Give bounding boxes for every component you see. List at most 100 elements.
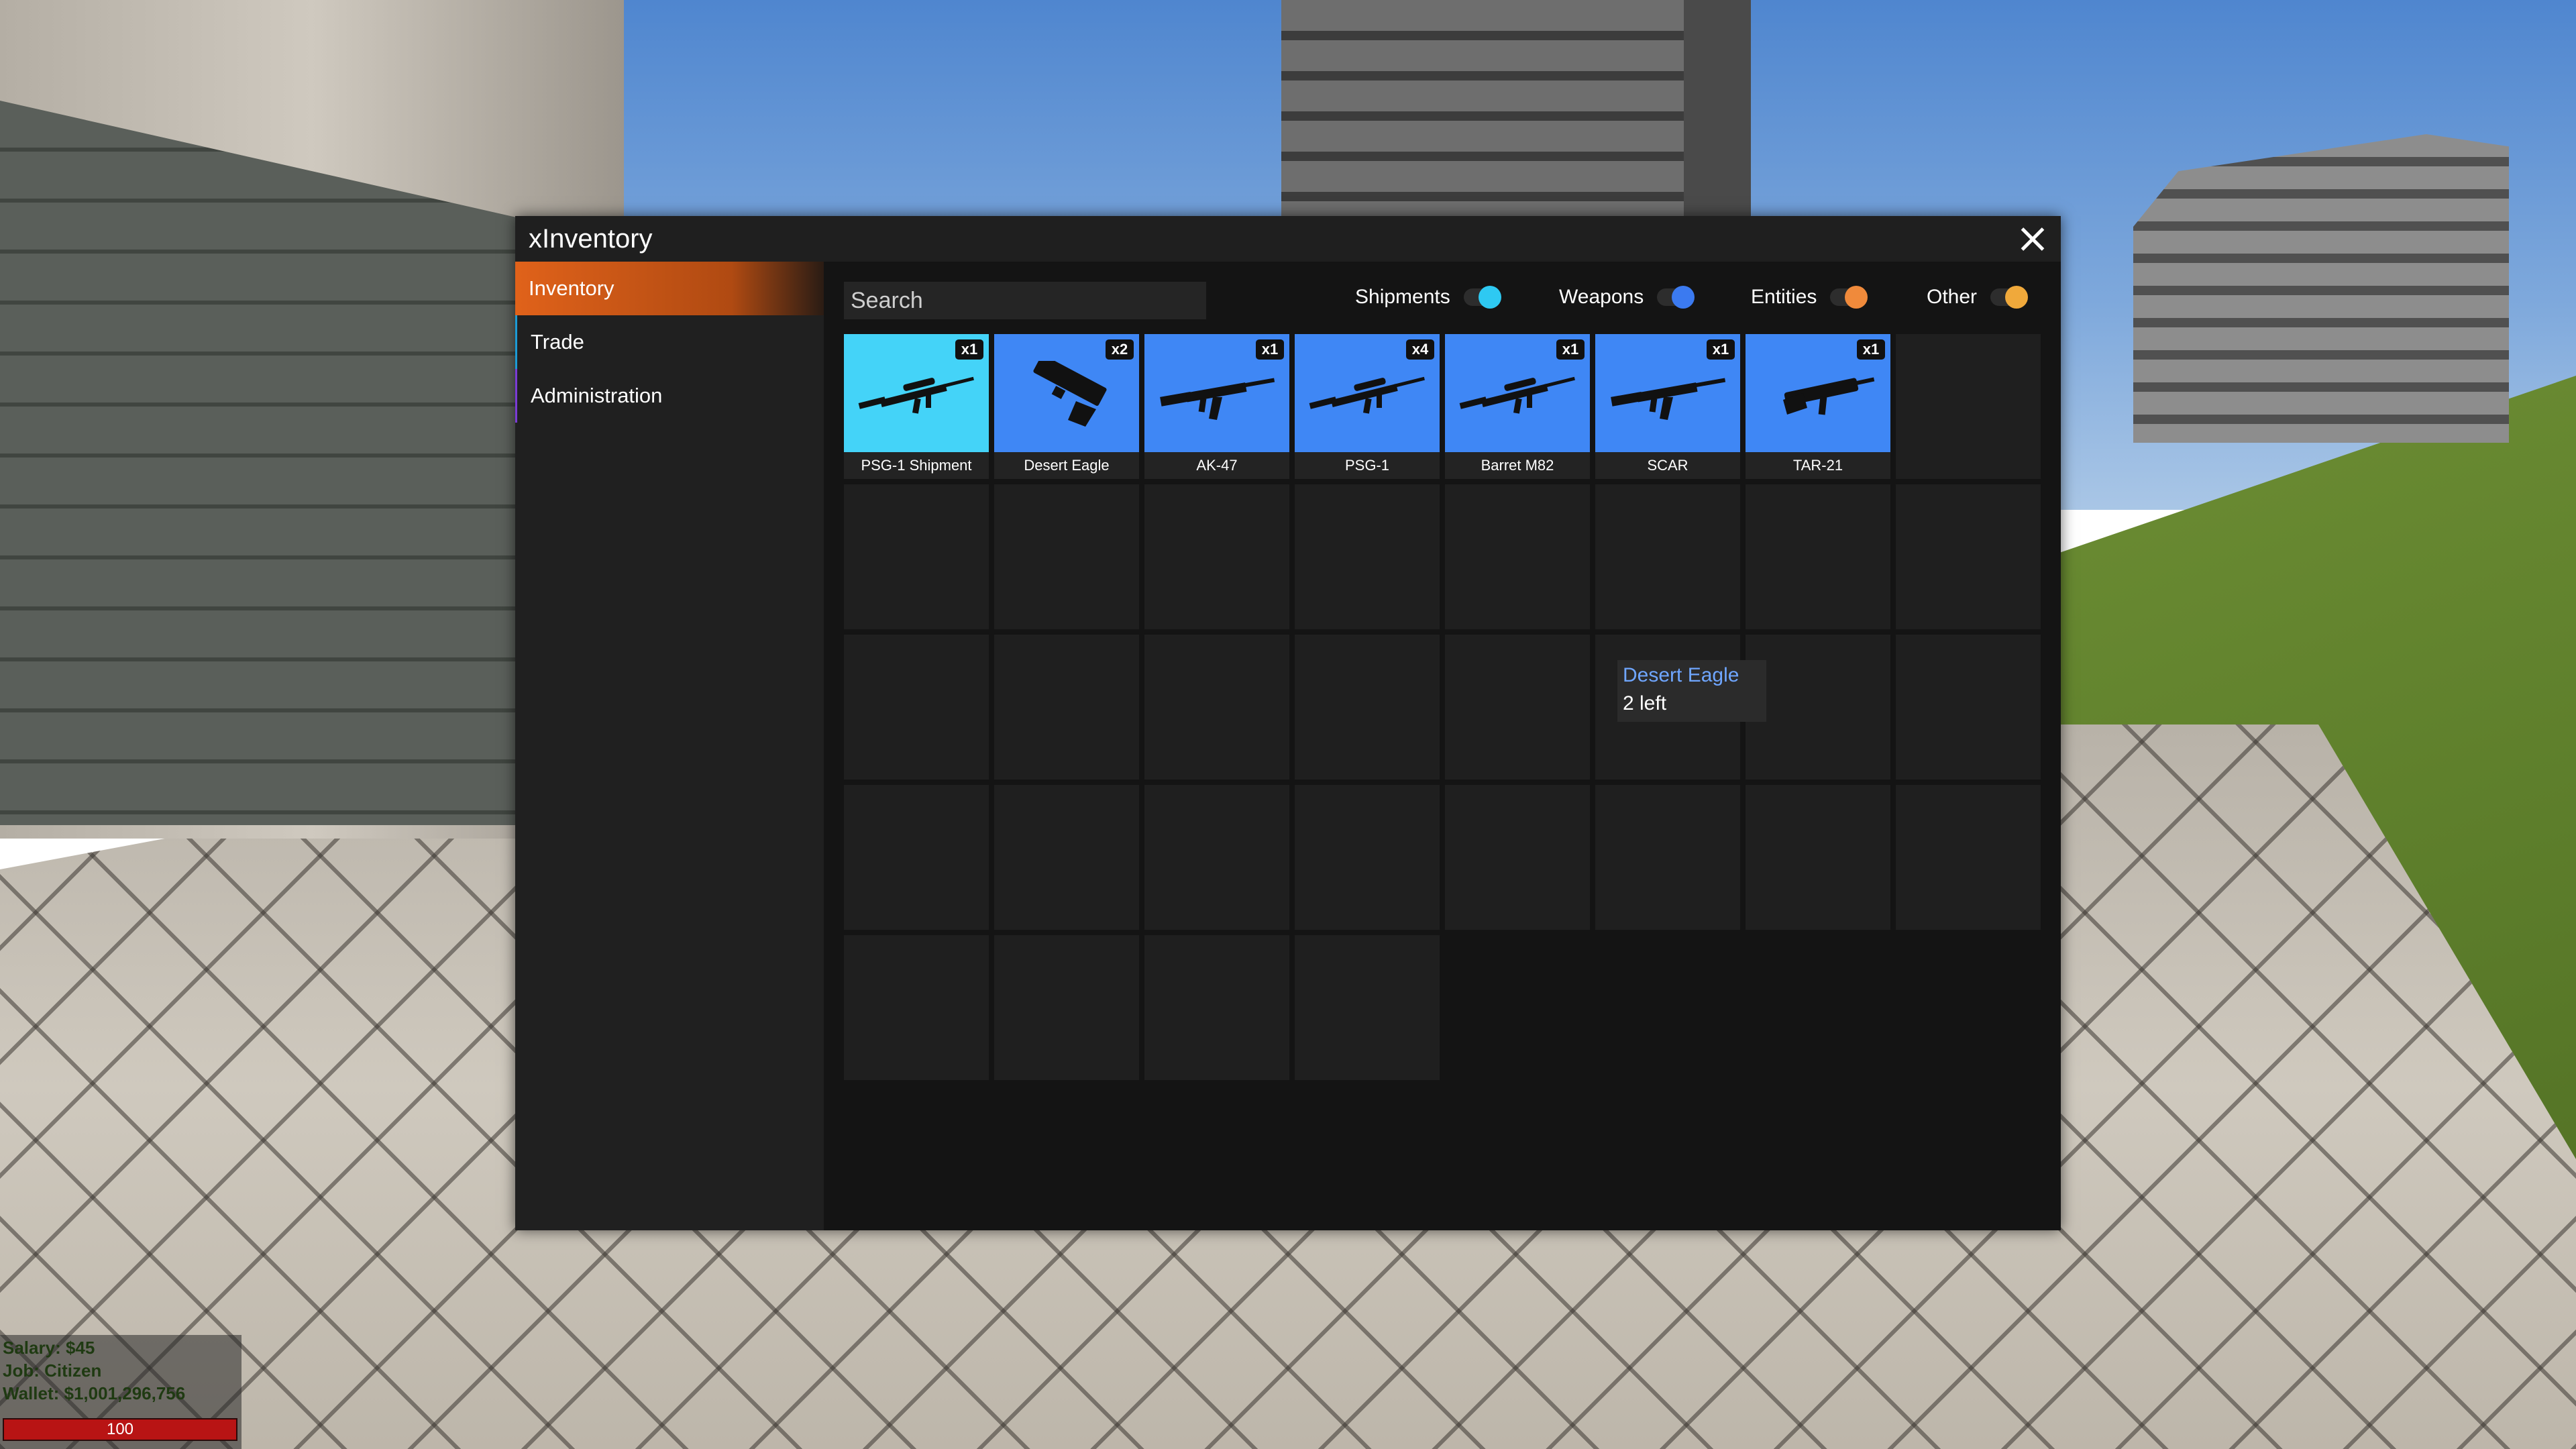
empty-inventory-slot[interactable] <box>1896 635 2041 780</box>
filter-label: Entities <box>1751 286 1817 308</box>
sidebar-item-inventory[interactable]: Inventory <box>515 262 824 315</box>
inventory-slot[interactable]: x1 TAR-21 <box>1746 334 1890 479</box>
filter-label: Other <box>1927 286 1978 308</box>
empty-inventory-slot[interactable] <box>994 935 1139 1080</box>
item-tooltip: Desert Eagle 2 left <box>1617 660 1766 722</box>
weapons-toggle[interactable] <box>1657 286 1695 309</box>
empty-inventory-slot[interactable] <box>1746 635 1890 780</box>
item-quantity-badge: x1 <box>1256 339 1284 360</box>
item-quantity-badge: x4 <box>1406 339 1434 360</box>
inventory-window: xInventory Inventory Trade Administratio… <box>515 216 2061 1230</box>
item-thumbnail: x1 <box>1746 334 1890 452</box>
sidebar-item-trade[interactable]: Trade <box>515 315 824 369</box>
inventory-slot[interactable]: x1 AK-47 <box>1144 334 1289 479</box>
sidebar-item-administration[interactable]: Administration <box>515 369 824 423</box>
filter-label: Shipments <box>1355 286 1450 308</box>
empty-inventory-slot[interactable] <box>994 785 1139 930</box>
search-input[interactable] <box>844 282 1206 319</box>
title-bar: xInventory <box>515 216 2061 262</box>
sidebar-item-label: Trade <box>531 330 584 354</box>
empty-inventory-slot[interactable] <box>1746 484 1890 629</box>
other-toggle[interactable] <box>1990 286 2029 309</box>
hud-job: Job: Citizen <box>3 1360 102 1381</box>
empty-inventory-slot[interactable] <box>1295 484 1440 629</box>
sidebar-item-label: Inventory <box>529 276 614 300</box>
inventory-slot[interactable]: x1 PSG-1 Shipment <box>844 334 989 479</box>
item-label: PSG-1 <box>1344 457 1390 474</box>
empty-inventory-slot[interactable] <box>1144 935 1289 1080</box>
empty-inventory-slot[interactable] <box>1896 785 2041 930</box>
toggle-knob <box>1478 286 1501 309</box>
toggle-knob <box>1845 286 1868 309</box>
empty-inventory-slot[interactable] <box>1445 785 1590 930</box>
filter-shipments: Shipments <box>1355 286 1501 309</box>
close-icon[interactable] <box>2017 223 2049 255</box>
sidebar: Inventory Trade Administration <box>515 262 824 1230</box>
inventory-slot[interactable]: x1 Barret M82 <box>1445 334 1590 479</box>
toggle-knob <box>1672 286 1695 309</box>
item-thumbnail: x1 <box>1445 334 1590 452</box>
item-label: AK-47 <box>1196 457 1238 474</box>
empty-inventory-slot[interactable] <box>1896 484 2041 629</box>
empty-inventory-slot[interactable] <box>844 935 989 1080</box>
empty-inventory-slot[interactable] <box>1144 484 1289 629</box>
item-thumbnail: x1 <box>1595 334 1740 452</box>
window-title: xInventory <box>529 224 653 254</box>
assault-rifle-icon <box>1157 361 1277 428</box>
empty-inventory-slot[interactable] <box>994 635 1139 780</box>
item-label: TAR-21 <box>1792 457 1843 474</box>
empty-inventory-slot[interactable] <box>1295 635 1440 780</box>
empty-inventory-slot[interactable] <box>844 484 989 629</box>
item-thumbnail: x4 <box>1295 334 1440 452</box>
empty-inventory-slot[interactable] <box>1144 785 1289 930</box>
empty-inventory-slot[interactable] <box>1144 635 1289 780</box>
empty-inventory-slot[interactable] <box>1896 334 2041 479</box>
health-bar: 100 <box>3 1418 237 1441</box>
bullpup-rifle-icon <box>1758 361 1878 428</box>
empty-inventory-slot[interactable] <box>994 484 1139 629</box>
empty-inventory-slot[interactable] <box>1445 484 1590 629</box>
tower-building <box>1281 0 1751 221</box>
item-thumbnail: x1 <box>844 334 989 452</box>
sidebar-item-label: Administration <box>531 384 663 407</box>
far-building <box>2133 134 2509 443</box>
tooltip-item-count: 2 left <box>1623 692 1667 714</box>
entities-toggle[interactable] <box>1830 286 1868 309</box>
empty-inventory-slot[interactable] <box>1746 785 1890 930</box>
item-label: Barret M82 <box>1481 457 1554 474</box>
tooltip-item-name: Desert Eagle <box>1623 664 1739 686</box>
sniper-rifle-icon <box>1457 361 1578 428</box>
pistol-icon <box>1006 354 1127 428</box>
item-quantity-badge: x1 <box>1556 339 1585 360</box>
empty-inventory-slot[interactable] <box>1295 935 1440 1080</box>
item-thumbnail: x1 <box>1144 334 1289 452</box>
empty-inventory-slot[interactable] <box>1295 785 1440 930</box>
filter-entities: Entities <box>1751 286 1868 309</box>
item-quantity-badge: x2 <box>1106 339 1134 360</box>
filter-label: Weapons <box>1559 286 1644 308</box>
sniper-rifle-icon <box>1307 361 1428 428</box>
tower-shadow <box>1684 0 1751 221</box>
item-label: Desert Eagle <box>1024 457 1110 474</box>
empty-inventory-slot[interactable] <box>1445 635 1590 780</box>
sniper-rifle-icon <box>856 361 977 428</box>
player-hud: Salary: $45 Job: Citizen Wallet: $1,001,… <box>0 1335 241 1449</box>
empty-inventory-slot[interactable] <box>1595 785 1740 930</box>
inventory-panel: Shipments Weapons Entities Other x1 PSG-1… <box>824 262 2061 1230</box>
toggle-knob <box>2005 286 2029 309</box>
shipments-toggle[interactable] <box>1463 286 1501 309</box>
inventory-slot[interactable]: x2 Desert Eagle <box>994 334 1139 479</box>
hud-wallet: Wallet: $1,001,296,756 <box>3 1383 186 1403</box>
health-value: 100 <box>106 1420 134 1438</box>
empty-inventory-slot[interactable] <box>844 785 989 930</box>
inventory-slot[interactable]: x1 SCAR <box>1595 334 1740 479</box>
item-quantity-badge: x1 <box>1707 339 1735 360</box>
item-quantity-badge: x1 <box>955 339 983 360</box>
empty-inventory-slot[interactable] <box>1595 484 1740 629</box>
item-label: PSG-1 Shipment <box>861 457 972 474</box>
empty-inventory-slot[interactable] <box>844 635 989 780</box>
filter-other: Other <box>1927 286 2029 309</box>
assault-rifle-icon <box>1607 361 1728 428</box>
item-label: SCAR <box>1647 457 1688 474</box>
inventory-slot[interactable]: x4 PSG-1 <box>1295 334 1440 479</box>
